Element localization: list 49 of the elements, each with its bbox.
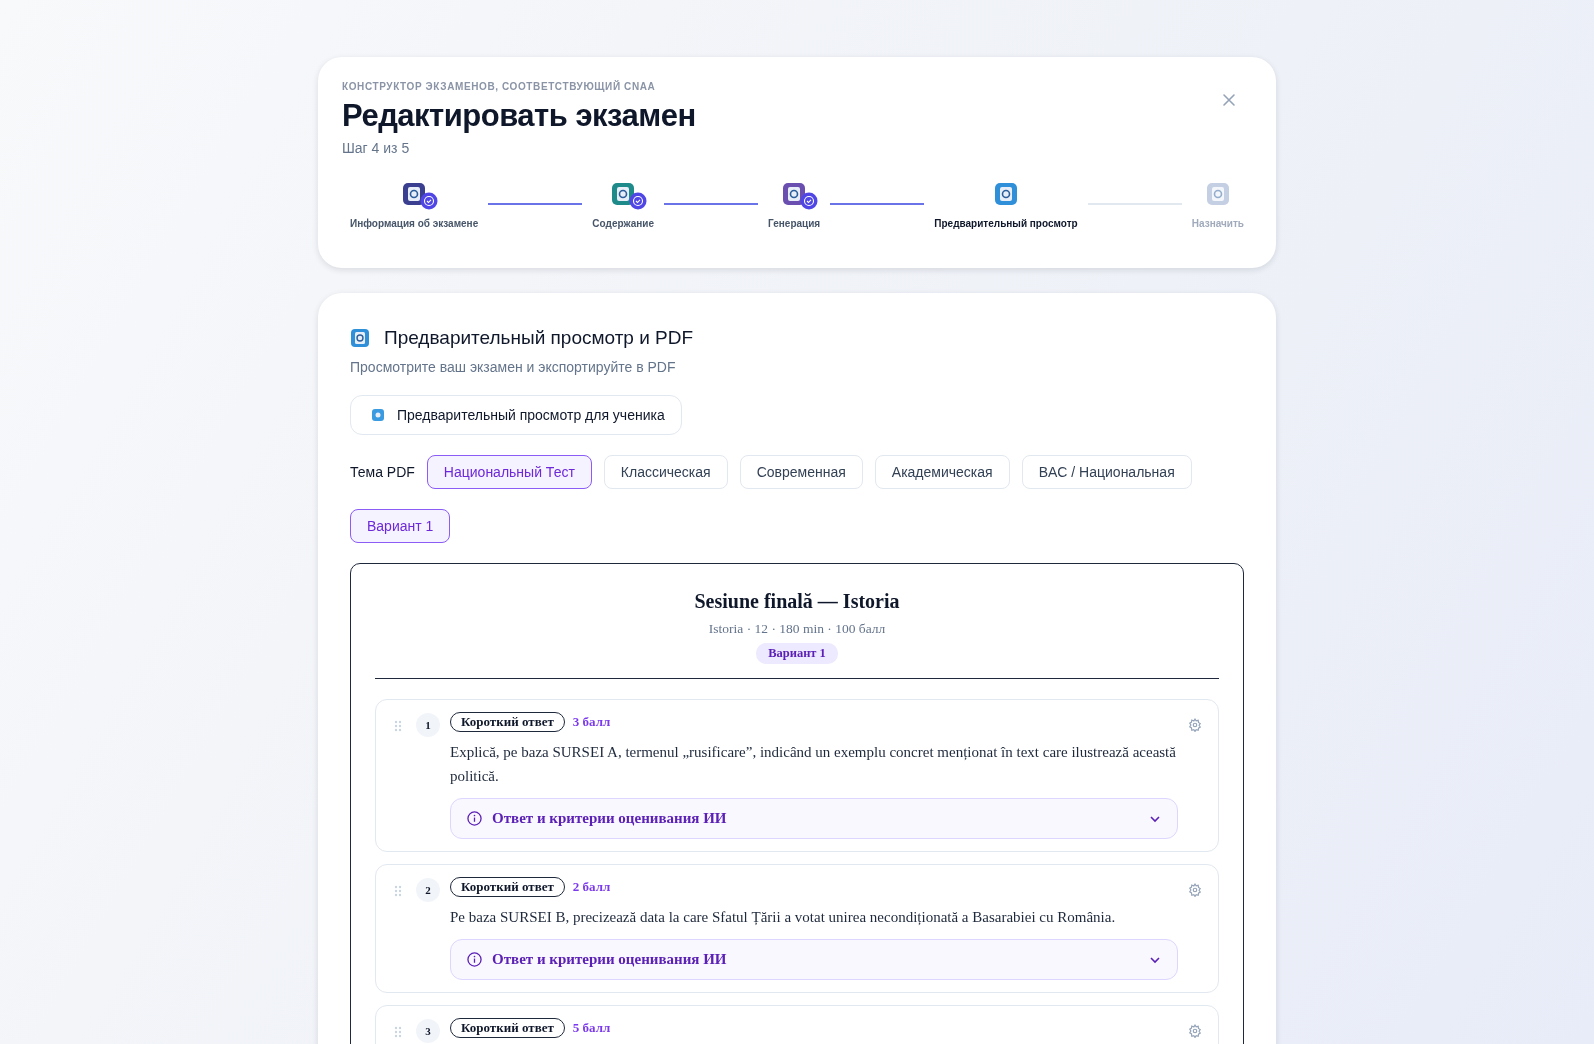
variant-badge: Вариант 1 — [756, 643, 838, 664]
question-number: 3 — [416, 1019, 440, 1043]
theme-option[interactable]: Национальный Тест — [426, 455, 592, 489]
question-points: 2 балл — [572, 879, 611, 895]
theme-option[interactable]: Классическая — [603, 455, 728, 489]
step-app-icon — [611, 182, 636, 206]
theme-option[interactable]: Академическая — [874, 455, 1010, 489]
drag-handle-icon[interactable] — [394, 885, 402, 897]
stepper-step[interactable]: Содержание — [592, 182, 654, 229]
question-text: Pe baza SURSEI B, precizează data la care Sfatul Țării a votat unirea necondiționată a Basarabiei cu România. — [450, 908, 1117, 927]
question-text: Explică, pe baza SURSEI A, termenul „rusificare”, indicând un exemplu concret menționat în text care ilustrează această politică. — [450, 743, 1177, 786]
drag-handle-icon[interactable] — [394, 720, 402, 732]
step-app-icon — [402, 182, 427, 206]
answer-criteria-toggle[interactable]: Ответ и критерии оценивания ИИ — [450, 798, 1178, 839]
step-app-icon — [994, 182, 1018, 206]
stepper-step[interactable]: Информация об экзамене — [350, 182, 479, 229]
info-icon — [467, 811, 482, 826]
close-icon[interactable] — [1222, 93, 1236, 107]
eyebrow-label: КОНСТРУКТОР ЭКЗАМЕНОВ, СООТВЕТСТВУЮЩИЙ CNAA — [342, 81, 657, 92]
question-points: 3 балл — [572, 714, 611, 730]
drag-handle-icon[interactable] — [394, 1026, 402, 1038]
student-preview-button[interactable]: Предварительный просмотр для ученика — [350, 395, 682, 435]
stepper-step[interactable]: Предварительный просмотр — [934, 182, 1078, 229]
settings-icon[interactable] — [1188, 718, 1202, 732]
section-subtitle: Просмотрите ваш экзамен и экспортируйте в PDF — [350, 359, 677, 375]
check-icon — [800, 192, 819, 210]
step-counter: Шаг 4 из 5 — [342, 140, 411, 156]
question-points: 5 балл — [572, 1020, 611, 1036]
question-number: 1 — [416, 713, 440, 737]
check-icon — [420, 192, 439, 210]
exam-title: Sesiune finală — Istoria — [693, 590, 901, 613]
question-number: 2 — [416, 878, 440, 902]
exam-meta: Istoria · 12 · 180 min · 100 балл — [707, 621, 887, 637]
theme-option[interactable]: Современная — [739, 455, 863, 489]
step-app-icon — [782, 182, 807, 206]
theme-option[interactable]: BAC / Национальная — [1021, 455, 1192, 489]
check-icon — [629, 192, 648, 210]
variant-option[interactable]: Вариант 1 — [350, 509, 451, 543]
settings-icon[interactable] — [1188, 883, 1202, 897]
theme-label: Тема PDF — [350, 464, 415, 480]
answer-criteria-toggle[interactable]: Ответ и критерии оценивания ИИ — [450, 939, 1178, 980]
student-app-icon — [371, 408, 385, 422]
info-icon — [467, 952, 482, 967]
page-title: Редактировать экзамен — [342, 98, 696, 134]
settings-icon[interactable] — [1188, 1024, 1202, 1038]
step-app-icon — [1205, 182, 1230, 206]
preview-app-icon — [350, 328, 370, 348]
stepper-step[interactable]: Генерация — [768, 182, 821, 229]
section-title: Предварительный просмотр и PDF — [384, 327, 694, 349]
